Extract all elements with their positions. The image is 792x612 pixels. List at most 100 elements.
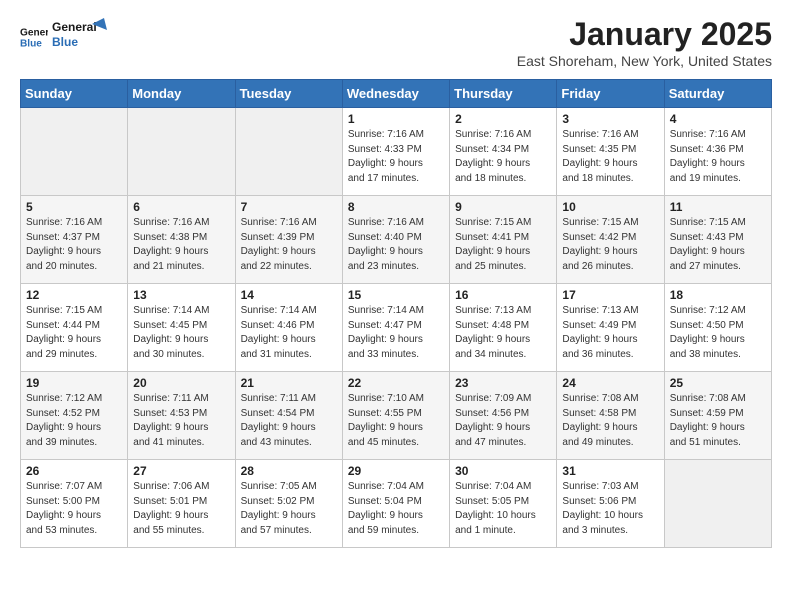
day-number: 10 [562,200,658,214]
svg-text:General: General [52,20,97,34]
calendar-cell: 25 Sunrise: 7:08 AM Sunset: 4:59 PM Dayli… [664,372,771,460]
svg-text:Blue: Blue [52,35,78,49]
calendar-cell: 8Sunrise: 7:16 AM Sunset: 4:40 PM Daylig… [342,196,449,284]
calendar-cell: 10 Sunrise: 7:15 AM Sunset: 4:42 PM Dayli… [557,196,664,284]
day-number: 3 [562,112,658,126]
day-info: Sunrise: 7:16 AM Sunset: 4:39 PM Dayligh… [241,216,337,274]
weekday-header-row: SundayMondayTuesdayWednesdayThursdayFrid… [21,80,772,108]
calendar-cell: 1Sunrise: 7:16 AM Sunset: 4:33 PM Daylig… [342,108,449,196]
calendar-cell: 20Sunrise: 7:11 AM Sunset: 4:53 PM Dayli… [128,372,235,460]
weekday-header-wednesday: Wednesday [342,80,449,108]
calendar-table: SundayMondayTuesdayWednesdayThursdayFrid… [20,79,772,548]
calendar-cell: 23 Sunrise: 7:09 AM Sunset: 4:56 PM Dayli… [450,372,557,460]
day-number: 25 [670,376,766,390]
day-info: Sunrise: 7:14 AM Sunset: 4:46 PM Dayligh… [241,304,337,362]
calendar-cell: 16Sunrise: 7:13 AM Sunset: 4:48 PM Dayli… [450,284,557,372]
calendar-cell: 17Sunrise: 7:13 AM Sunset: 4:49 PM Dayli… [557,284,664,372]
logo: General Blue General Blue [20,16,112,57]
day-info: Sunrise: 7:04 AM Sunset: 5:05 PM Dayligh… [455,480,551,538]
day-info: Sunrise: 7:15 AM Sunset: 4:44 PM Dayligh… [26,304,122,362]
calendar-cell: 2 Sunrise: 7:16 AM Sunset: 4:34 PM Daylig… [450,108,557,196]
day-info: Sunrise: 7:08 AM Sunset: 4:58 PM Dayligh… [562,392,658,450]
day-number: 20 [133,376,229,390]
day-number: 4 [670,112,766,126]
day-info: Sunrise: 7:16 AM Sunset: 4:38 PM Dayligh… [133,216,229,274]
day-number: 21 [241,376,337,390]
svg-text:Blue: Blue [20,38,42,49]
weekday-header-saturday: Saturday [664,80,771,108]
day-number: 2 [455,112,551,126]
weekday-header-sunday: Sunday [21,80,128,108]
svg-text:General: General [20,27,48,38]
day-info: Sunrise: 7:12 AM Sunset: 4:50 PM Dayligh… [670,304,766,362]
day-info: Sunrise: 7:15 AM Sunset: 4:43 PM Dayligh… [670,216,766,274]
calendar-cell: 5 Sunrise: 7:16 AM Sunset: 4:37 PM Daylig… [21,196,128,284]
day-number: 22 [348,376,444,390]
day-info: Sunrise: 7:16 AM Sunset: 4:34 PM Dayligh… [455,128,551,186]
day-info: Sunrise: 7:05 AM Sunset: 5:02 PM Dayligh… [241,480,337,538]
day-number: 5 [26,200,122,214]
logo-icon: General Blue [20,23,48,51]
day-info: Sunrise: 7:09 AM Sunset: 4:56 PM Dayligh… [455,392,551,450]
calendar-cell: 28Sunrise: 7:05 AM Sunset: 5:02 PM Dayli… [235,460,342,548]
logo-graphic: General Blue [52,16,112,52]
calendar-cell: 31 Sunrise: 7:03 AM Sunset: 5:06 PM Dayli… [557,460,664,548]
day-number: 30 [455,464,551,478]
calendar-cell: 6 Sunrise: 7:16 AM Sunset: 4:38 PM Daylig… [128,196,235,284]
calendar-cell: 12Sunrise: 7:15 AM Sunset: 4:44 PM Dayli… [21,284,128,372]
calendar-cell: 26 Sunrise: 7:07 AM Sunset: 5:00 PM Dayli… [21,460,128,548]
day-number: 11 [670,200,766,214]
day-number: 18 [670,288,766,302]
day-info: Sunrise: 7:03 AM Sunset: 5:06 PM Dayligh… [562,480,658,538]
weekday-header-thursday: Thursday [450,80,557,108]
week-row-4: 19 Sunrise: 7:12 AM Sunset: 4:52 PM Dayli… [21,372,772,460]
calendar-cell [21,108,128,196]
day-number: 14 [241,288,337,302]
day-number: 24 [562,376,658,390]
calendar-cell: 14 Sunrise: 7:14 AM Sunset: 4:46 PM Dayli… [235,284,342,372]
day-info: Sunrise: 7:16 AM Sunset: 4:37 PM Dayligh… [26,216,122,274]
page-header: General Blue General Blue January 2025 E… [20,16,772,69]
calendar-cell: 24 Sunrise: 7:08 AM Sunset: 4:58 PM Dayli… [557,372,664,460]
calendar-cell [235,108,342,196]
day-info: Sunrise: 7:08 AM Sunset: 4:59 PM Dayligh… [670,392,766,450]
day-info: Sunrise: 7:07 AM Sunset: 5:00 PM Dayligh… [26,480,122,538]
day-info: Sunrise: 7:13 AM Sunset: 4:49 PM Dayligh… [562,304,658,362]
week-row-5: 26 Sunrise: 7:07 AM Sunset: 5:00 PM Dayli… [21,460,772,548]
week-row-3: 12Sunrise: 7:15 AM Sunset: 4:44 PM Dayli… [21,284,772,372]
calendar-cell: 18 Sunrise: 7:12 AM Sunset: 4:50 PM Dayli… [664,284,771,372]
day-number: 26 [26,464,122,478]
day-number: 15 [348,288,444,302]
calendar-cell: 27Sunrise: 7:06 AM Sunset: 5:01 PM Dayli… [128,460,235,548]
day-number: 8 [348,200,444,214]
day-number: 19 [26,376,122,390]
calendar-cell: 30 Sunrise: 7:04 AM Sunset: 5:05 PM Dayli… [450,460,557,548]
day-number: 13 [133,288,229,302]
day-info: Sunrise: 7:15 AM Sunset: 4:41 PM Dayligh… [455,216,551,274]
calendar-cell: 19 Sunrise: 7:12 AM Sunset: 4:52 PM Dayli… [21,372,128,460]
day-info: Sunrise: 7:14 AM Sunset: 4:45 PM Dayligh… [133,304,229,362]
month-title: January 2025 [517,16,772,53]
calendar-cell: 13 Sunrise: 7:14 AM Sunset: 4:45 PM Dayli… [128,284,235,372]
calendar-cell: 3Sunrise: 7:16 AM Sunset: 4:35 PM Daylig… [557,108,664,196]
day-info: Sunrise: 7:10 AM Sunset: 4:55 PM Dayligh… [348,392,444,450]
calendar-cell [128,108,235,196]
week-row-1: 1Sunrise: 7:16 AM Sunset: 4:33 PM Daylig… [21,108,772,196]
calendar-cell: 9Sunrise: 7:15 AM Sunset: 4:41 PM Daylig… [450,196,557,284]
weekday-header-friday: Friday [557,80,664,108]
day-info: Sunrise: 7:14 AM Sunset: 4:47 PM Dayligh… [348,304,444,362]
weekday-header-monday: Monday [128,80,235,108]
day-number: 31 [562,464,658,478]
calendar-cell [664,460,771,548]
day-number: 7 [241,200,337,214]
day-info: Sunrise: 7:13 AM Sunset: 4:48 PM Dayligh… [455,304,551,362]
day-info: Sunrise: 7:11 AM Sunset: 4:54 PM Dayligh… [241,392,337,450]
calendar-cell: 11 Sunrise: 7:15 AM Sunset: 4:43 PM Dayli… [664,196,771,284]
day-info: Sunrise: 7:16 AM Sunset: 4:33 PM Dayligh… [348,128,444,186]
day-number: 23 [455,376,551,390]
day-number: 6 [133,200,229,214]
calendar-cell: 7 Sunrise: 7:16 AM Sunset: 4:39 PM Daylig… [235,196,342,284]
day-info: Sunrise: 7:15 AM Sunset: 4:42 PM Dayligh… [562,216,658,274]
day-info: Sunrise: 7:12 AM Sunset: 4:52 PM Dayligh… [26,392,122,450]
calendar-cell: 29Sunrise: 7:04 AM Sunset: 5:04 PM Dayli… [342,460,449,548]
